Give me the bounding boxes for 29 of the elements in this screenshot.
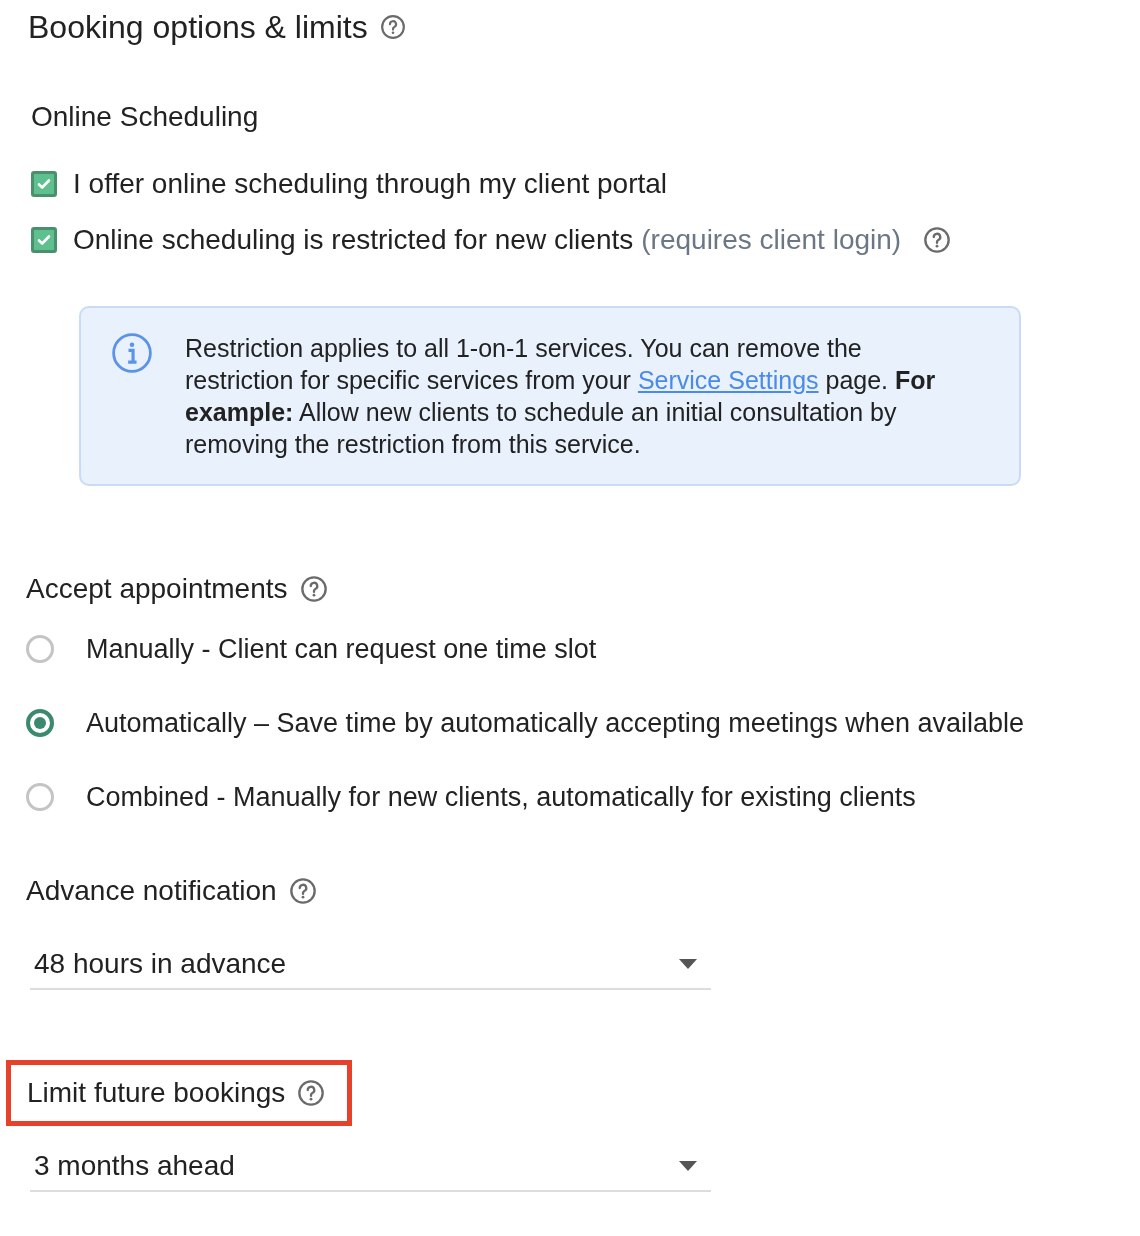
help-icon[interactable]: [288, 877, 317, 905]
checkbox[interactable]: [31, 171, 57, 197]
section-heading: Accept appointments: [26, 572, 288, 606]
info-icon: [111, 332, 153, 374]
help-icon[interactable]: [299, 575, 328, 603]
radio-button[interactable]: [26, 783, 54, 811]
radio-label: Manually - Client can request one time slot: [86, 633, 597, 666]
radio-button[interactable]: [26, 635, 54, 663]
radio-label: Automatically – Save time by automatically accepting meetings when available: [86, 707, 1024, 740]
checkbox-label: Online scheduling is restricted for new clients: [73, 223, 634, 257]
dropdown-caret-icon: [679, 959, 697, 969]
dropdown-caret-icon: [679, 1161, 697, 1171]
help-icon[interactable]: [923, 226, 952, 254]
checkbox-label: I offer online scheduling through my client portal: [73, 167, 668, 201]
checkmark-icon: [36, 232, 52, 248]
dropdown-select[interactable]: 48 hours in advance: [30, 940, 711, 990]
page-title: Booking options & limits: [28, 8, 368, 47]
info-text: Restriction applies to all 1-on-1 services. You can remove the restriction for specific services from your Service Settings page. For example: Allow new clients to schedule an initial consultation by removing the restriction from this service.: [185, 333, 937, 460]
section-heading: Advance notification: [26, 874, 277, 908]
help-icon[interactable]: [297, 1079, 326, 1107]
radio-button[interactable]: [26, 709, 54, 737]
section-heading: Limit future bookings: [27, 1076, 286, 1110]
checkmark-icon: [36, 176, 52, 192]
help-icon[interactable]: [379, 14, 406, 40]
checkbox-note: (requires client login): [641, 223, 902, 257]
dropdown-select[interactable]: 3 months ahead: [30, 1142, 711, 1192]
checkbox[interactable]: [31, 227, 57, 253]
section-heading: Online Scheduling: [31, 100, 260, 134]
radio-label: Combined - Manually for new clients, automatically for existing clients: [86, 781, 916, 814]
